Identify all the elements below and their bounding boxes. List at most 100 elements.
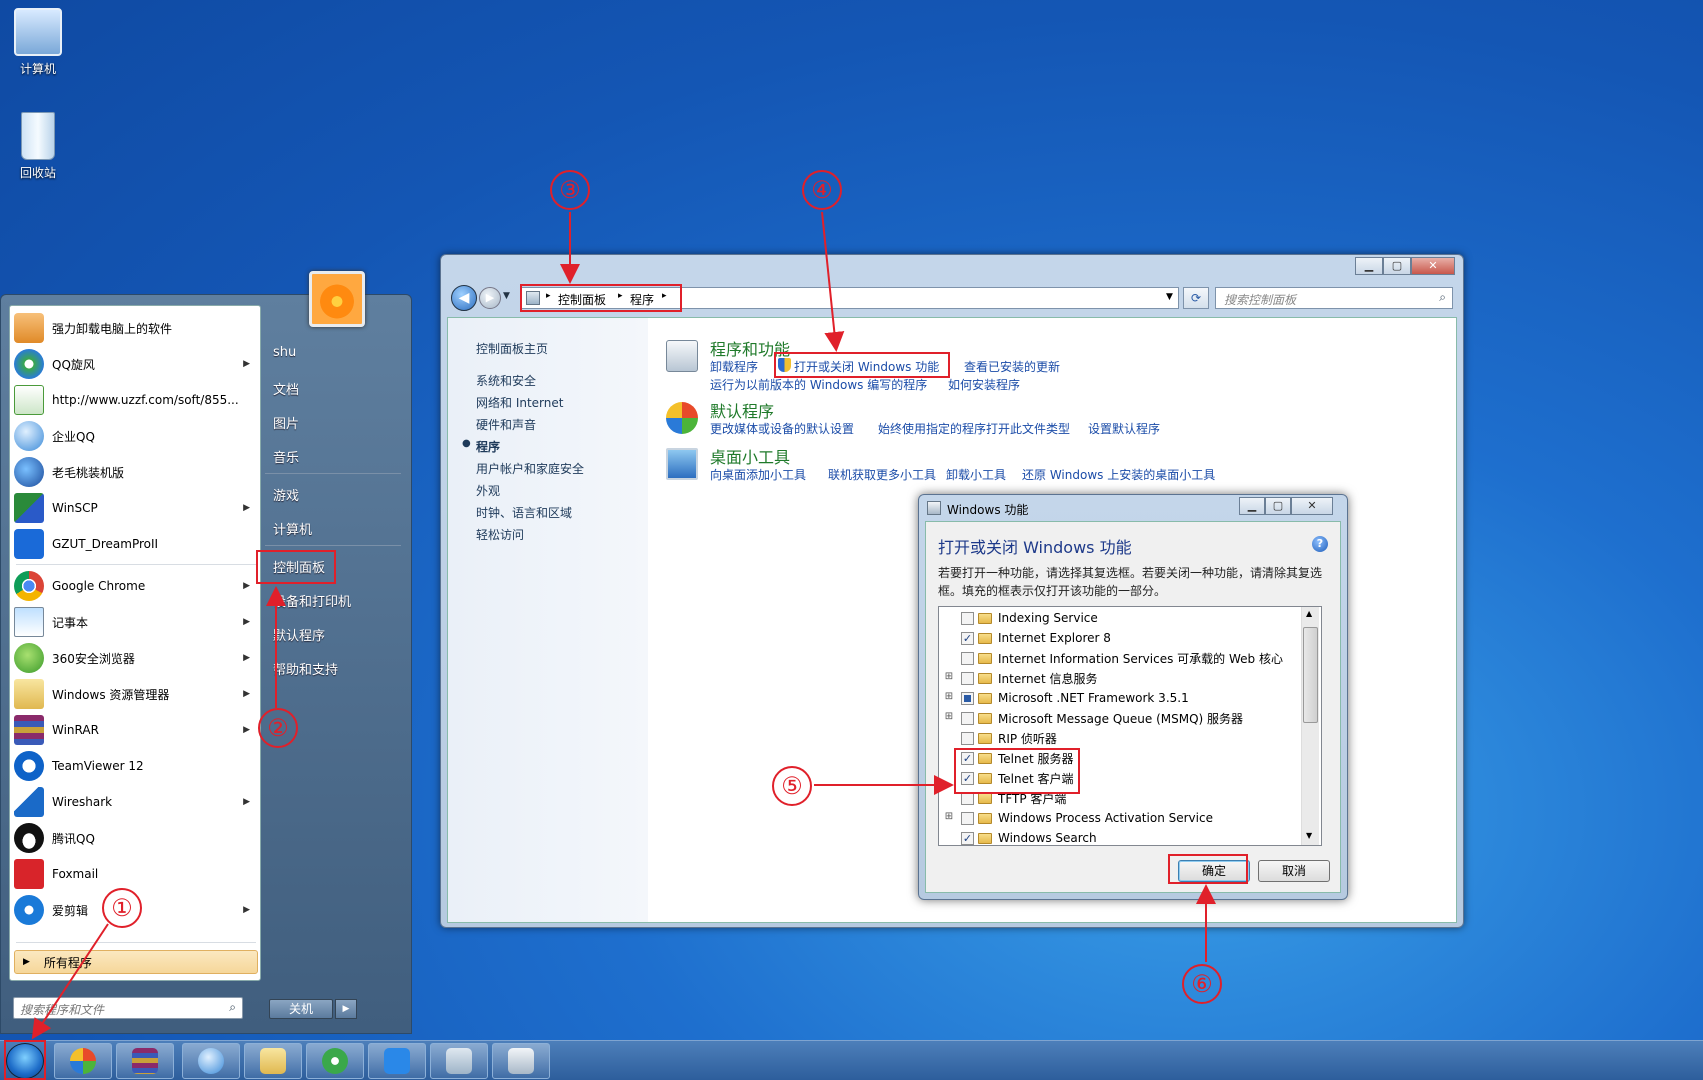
address-dropdown-icon[interactable]: ▼ xyxy=(1166,292,1173,302)
start-item[interactable]: 腾讯QQ xyxy=(14,820,258,856)
search-icon[interactable]: ⌕ xyxy=(1439,290,1446,305)
start-search-input[interactable]: 搜索程序和文件 ⌕ xyxy=(13,997,243,1019)
start-item[interactable]: 360安全浏览器 ▶ xyxy=(14,640,258,676)
shutdown-button[interactable]: 关机 xyxy=(269,999,333,1019)
expand-icon[interactable]: ⊞ xyxy=(943,712,955,724)
taskbar-button[interactable] xyxy=(182,1043,240,1079)
cancel-button[interactable]: 取消 xyxy=(1258,860,1330,882)
feature-item[interactable]: ✓ Windows Search xyxy=(943,828,1303,848)
link-uninstall-program[interactable]: 卸载程序 xyxy=(710,358,758,375)
start-item[interactable]: 老毛桃装机版 xyxy=(14,454,258,490)
feature-item[interactable]: Indexing Service xyxy=(943,608,1303,628)
maximize-button[interactable]: ▢ xyxy=(1383,257,1411,275)
feature-item[interactable]: ✓ Internet Explorer 8 xyxy=(943,628,1303,648)
start-right-computer[interactable]: 计算机 xyxy=(265,513,405,541)
feature-checkbox[interactable] xyxy=(961,711,974,725)
start-right-pictures[interactable]: 图片 xyxy=(265,407,405,435)
start-item[interactable]: Wireshark ▶ xyxy=(14,784,258,820)
scroll-down-icon[interactable]: ▼ xyxy=(1306,831,1312,840)
start-item[interactable]: Windows 资源管理器 ▶ xyxy=(14,676,258,712)
link-get-more-gadgets[interactable]: 联机获取更多小工具 xyxy=(828,466,936,483)
taskbar-button[interactable] xyxy=(54,1043,112,1079)
features-list[interactable]: Indexing Service ✓ Internet Explorer 8 In… xyxy=(938,606,1322,846)
nav-item-hardware-sound[interactable]: 硬件和声音 xyxy=(476,416,536,433)
feature-checkbox[interactable] xyxy=(961,671,974,685)
minimize-button[interactable]: ▁ xyxy=(1355,257,1383,275)
link-run-older-programs[interactable]: 运行为以前版本的 Windows 编写的程序 xyxy=(710,376,927,393)
start-item[interactable]: http://www.uzzf.com/soft/855... xyxy=(14,382,258,418)
feature-item[interactable]: Internet Information Services 可承载的 Web 核… xyxy=(943,648,1303,668)
start-right-devices-printers[interactable]: 设备和打印机 xyxy=(265,585,405,613)
start-right-music[interactable]: 音乐 xyxy=(265,441,405,469)
start-right-default-programs[interactable]: 默认程序 xyxy=(265,619,405,647)
nav-item-user-accounts[interactable]: 用户帐户和家庭安全 xyxy=(476,460,584,477)
taskbar-button[interactable] xyxy=(368,1043,426,1079)
category-title-desktop-gadgets[interactable]: 桌面小工具 xyxy=(710,444,790,468)
nav-item-system-security[interactable]: 系统和安全 xyxy=(476,372,536,389)
forward-button[interactable]: ▶ xyxy=(479,287,501,309)
feature-item[interactable]: ⊞ Windows Process Activation Service xyxy=(943,808,1303,828)
feature-checkbox[interactable] xyxy=(961,611,974,625)
link-uninstall-gadget[interactable]: 卸载小工具 xyxy=(946,466,1006,483)
link-view-installed-updates[interactable]: 查看已安装的更新 xyxy=(964,358,1060,375)
search-icon[interactable]: ⌕ xyxy=(229,1000,236,1015)
all-programs-button[interactable]: ▶ 所有程序 xyxy=(14,950,258,974)
taskbar-button[interactable] xyxy=(492,1043,550,1079)
start-item[interactable]: 企业QQ xyxy=(14,418,258,454)
nav-item-appearance[interactable]: 外观 xyxy=(476,482,500,499)
start-item[interactable]: QQ旋风 ▶ xyxy=(14,346,258,382)
link-add-gadgets[interactable]: 向桌面添加小工具 xyxy=(710,466,806,483)
start-item[interactable]: WinRAR ▶ xyxy=(14,712,258,748)
feature-checkbox[interactable] xyxy=(961,811,974,825)
nav-item-network[interactable]: 网络和 Internet xyxy=(476,394,563,411)
link-restore-gadgets[interactable]: 还原 Windows 上安装的桌面小工具 xyxy=(1022,466,1215,483)
nav-home[interactable]: 控制面板主页 xyxy=(476,340,548,357)
feature-item[interactable]: ⊞ Internet 信息服务 xyxy=(943,668,1303,688)
taskbar-button[interactable] xyxy=(430,1043,488,1079)
feature-checkbox[interactable] xyxy=(961,651,974,665)
refresh-button[interactable]: ⟳ xyxy=(1183,287,1209,309)
expand-icon[interactable]: ⊞ xyxy=(943,692,955,704)
link-set-default-programs[interactable]: 设置默认程序 xyxy=(1088,420,1160,437)
start-right-user[interactable]: shu xyxy=(265,339,405,367)
taskbar-button[interactable] xyxy=(306,1043,364,1079)
start-item[interactable]: 强力卸载电脑上的软件 xyxy=(14,310,258,346)
shutdown-options-icon[interactable]: ▶ xyxy=(335,999,357,1019)
feature-checkbox[interactable] xyxy=(961,731,974,745)
start-item[interactable]: 记事本 ▶ xyxy=(14,604,258,640)
scroll-up-icon[interactable]: ▲ xyxy=(1306,609,1312,618)
features-scrollbar[interactable]: ▲ ▼ xyxy=(1301,607,1319,845)
taskbar-button[interactable] xyxy=(244,1043,302,1079)
link-change-media-defaults[interactable]: 更改媒体或设备的默认设置 xyxy=(710,420,854,437)
recent-pages-dropdown[interactable]: ▼ xyxy=(503,291,510,301)
feature-checkbox[interactable]: ✓ xyxy=(961,631,974,645)
feature-item[interactable]: ⊞ Microsoft Message Queue (MSMQ) 服务器 xyxy=(943,708,1303,728)
feature-item[interactable]: ⊞ Microsoft .NET Framework 3.5.1 xyxy=(943,688,1303,708)
feature-checkbox[interactable]: ✓ xyxy=(961,831,974,845)
start-item[interactable]: GZUT_DreamProII xyxy=(14,526,258,562)
feature-checkbox[interactable] xyxy=(961,691,974,705)
feature-item[interactable]: RIP 侦听器 xyxy=(943,728,1303,748)
start-item[interactable]: Foxmail xyxy=(14,856,258,892)
expand-icon[interactable]: ⊞ xyxy=(943,672,955,684)
back-button[interactable]: ◀ xyxy=(451,285,477,311)
user-picture[interactable] xyxy=(309,271,365,327)
maximize-button[interactable]: ▢ xyxy=(1265,497,1291,515)
start-item[interactable]: Google Chrome ▶ xyxy=(14,568,258,604)
expand-icon[interactable]: ⊞ xyxy=(943,812,955,824)
taskbar-button[interactable] xyxy=(116,1043,174,1079)
nav-item-ease-of-access[interactable]: 轻松访问 xyxy=(476,526,524,543)
link-always-use-program[interactable]: 始终使用指定的程序打开此文件类型 xyxy=(878,420,1070,437)
nav-item-clock-region[interactable]: 时钟、语言和区域 xyxy=(476,504,572,521)
start-right-help-support[interactable]: 帮助和支持 xyxy=(265,653,405,681)
start-right-documents[interactable]: 文档 xyxy=(265,373,405,401)
close-button[interactable]: ✕ xyxy=(1411,257,1455,275)
help-icon[interactable]: ? xyxy=(1312,536,1328,552)
scrollbar-thumb[interactable] xyxy=(1303,627,1318,723)
link-how-to-install[interactable]: 如何安装程序 xyxy=(948,376,1020,393)
start-item[interactable]: WinSCP ▶ xyxy=(14,490,258,526)
start-item[interactable]: TeamViewer 12 xyxy=(14,748,258,784)
category-title-default-programs[interactable]: 默认程序 xyxy=(710,398,774,422)
start-right-games[interactable]: 游戏 xyxy=(265,479,405,507)
close-button[interactable]: ✕ xyxy=(1291,497,1333,515)
